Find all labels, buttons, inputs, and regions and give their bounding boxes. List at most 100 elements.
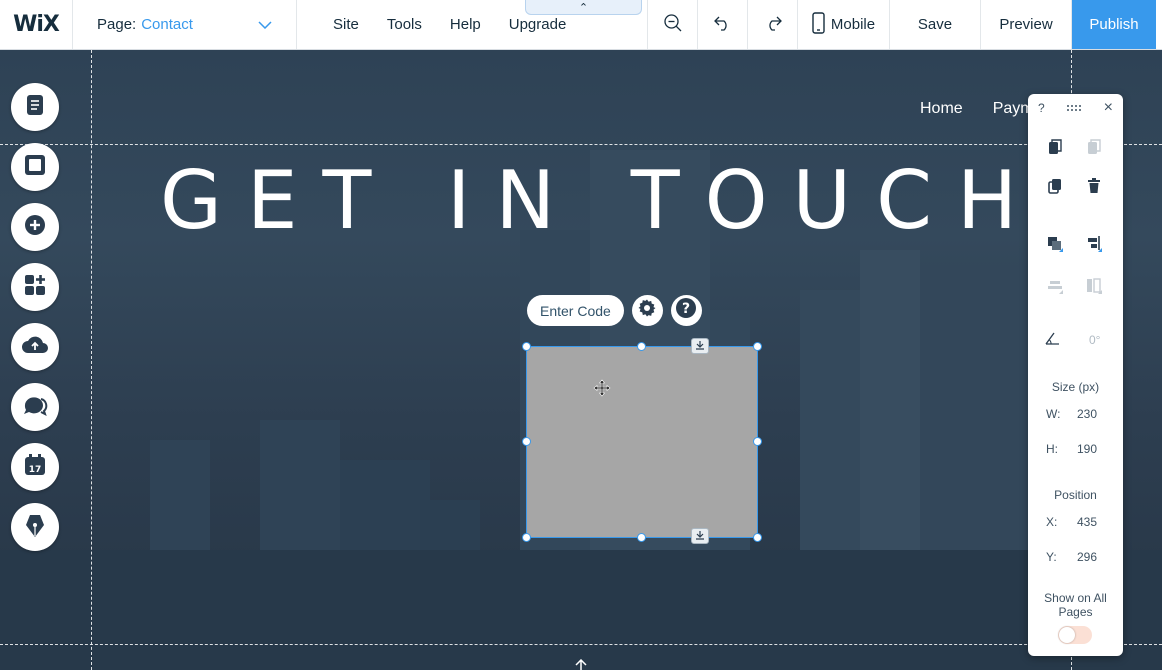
redo-button[interactable] [748,0,798,49]
svg-text:17: 17 [29,465,42,475]
bookings-button[interactable]: 17 [11,443,59,491]
menu-help[interactable]: Help [450,16,481,33]
preview-button[interactable]: Preview [981,0,1072,49]
resize-handle-top[interactable] [637,342,646,351]
background-button[interactable] [11,143,59,191]
distribute-button[interactable] [1043,276,1067,300]
height-label: H: [1046,442,1058,456]
size-section-label: Size (px) [1051,380,1100,394]
panel-close-button[interactable]: × [1104,99,1113,117]
width-label: W: [1046,407,1061,421]
enter-code-button[interactable]: Enter Code [527,295,624,326]
pages-icon [22,92,48,123]
paste-icon [1087,138,1101,160]
mobile-phone-icon [812,11,825,38]
position-section-label: Position [1054,488,1097,502]
mobile-label: Mobile [830,16,876,33]
arrow-down-to-line-icon [695,337,705,355]
blog-pen-icon [22,511,48,544]
settings-button[interactable] [631,295,663,326]
pages-button[interactable] [11,83,59,131]
app-market-icon [22,272,48,303]
toggle-knob [1059,627,1075,643]
chat-icon [21,393,49,422]
y-label: Y: [1046,550,1057,564]
rotation-value[interactable]: 0° [1089,333,1100,347]
delete-button[interactable] [1082,176,1106,200]
paste-button[interactable] [1082,137,1106,161]
svg-text:?: ? [682,301,690,317]
move-cursor-icon [593,379,611,402]
html-embed-element[interactable] [526,346,758,538]
rotate-button[interactable] [1040,328,1064,352]
chat-button[interactable] [11,383,59,431]
guide-line-left [91,50,92,670]
stretch-bottom-button[interactable] [691,528,709,544]
upload-media-button[interactable] [11,323,59,371]
undo-button[interactable] [698,0,748,49]
chevron-up-icon: ⌃ [578,1,589,14]
guide-line-bottom [0,644,1162,645]
bookings-icon: 17 [22,452,48,483]
drag-handle-icon[interactable] [1066,101,1082,115]
save-button[interactable]: Save [890,0,981,49]
duplicate-button[interactable] [1043,176,1067,200]
copy-icon [1048,138,1062,160]
chevron-down-icon [258,16,272,33]
stretch-top-button[interactable] [691,338,709,354]
page-selector-label: Page: [97,16,137,33]
menu-tools[interactable]: Tools [387,16,422,33]
panel-help-button[interactable]: ? [1038,101,1045,115]
add-icon [22,212,48,243]
add-elements-button[interactable] [11,203,59,251]
guide-line-top [0,144,1162,145]
zoom-out-icon [663,13,683,37]
y-input[interactable]: 296 [1077,550,1097,564]
arrow-up-icon [574,658,588,670]
show-on-all-pages-toggle[interactable] [1058,626,1092,644]
match-size-button[interactable] [1082,276,1106,300]
resize-handle-top-left[interactable] [522,342,531,351]
align-button[interactable] [1082,234,1106,258]
angle-icon [1044,331,1060,350]
page-selector[interactable]: Page: Contact [73,0,297,49]
arrange-button[interactable] [1043,234,1067,258]
app-market-button[interactable] [11,263,59,311]
wix-logo: WiX [0,0,73,49]
page-selector-value: Contact [141,16,193,33]
menu-upgrade[interactable]: Upgrade [509,16,567,33]
background-icon [22,152,48,183]
top-menu: Site Tools Help Upgrade ⌃ [297,0,648,49]
undo-icon [713,15,732,35]
element-properties-panel: ? × 0° Size (px) W: 230 H: 190 Position … [1028,94,1123,656]
menu-site[interactable]: Site [333,16,359,33]
resize-handle-left[interactable] [522,437,531,446]
height-input[interactable]: 190 [1077,442,1097,456]
resize-handle-right[interactable] [753,437,762,446]
mobile-view-button[interactable]: Mobile [798,0,890,49]
redo-icon [764,15,782,35]
width-input[interactable]: 230 [1077,407,1097,421]
match-size-icon [1086,277,1102,299]
editor-top-bar: WiX Page: Contact Site Tools Help Upgrade… [0,0,1162,50]
resize-handle-top-right[interactable] [753,342,762,351]
resize-handle-bottom-left[interactable] [522,533,531,542]
copy-button[interactable] [1043,137,1067,161]
zoom-out-button[interactable] [648,0,698,49]
blog-button[interactable] [11,503,59,551]
left-toolbar: 17 [11,83,59,551]
editor-canvas[interactable]: Home Payme... GET IN TOUCH 17 Enter Code… [0,50,1162,670]
x-input[interactable]: 435 [1077,515,1097,529]
resize-handle-bottom-right[interactable] [753,533,762,542]
resize-handle-bottom[interactable] [637,533,646,542]
distribute-icon [1047,278,1063,299]
collapse-topbar-tab[interactable]: ⌃ [525,0,642,15]
publish-button[interactable]: Publish [1072,0,1156,49]
duplicate-icon [1048,178,1062,199]
page-headline[interactable]: GET IN TOUCH [160,154,1017,247]
help-button[interactable]: ? [670,295,702,326]
x-label: X: [1046,515,1058,529]
site-nav-home[interactable]: Home [920,100,963,118]
show-on-all-pages-label: Show on All Pages [1044,591,1107,619]
align-right-icon [1086,235,1102,257]
